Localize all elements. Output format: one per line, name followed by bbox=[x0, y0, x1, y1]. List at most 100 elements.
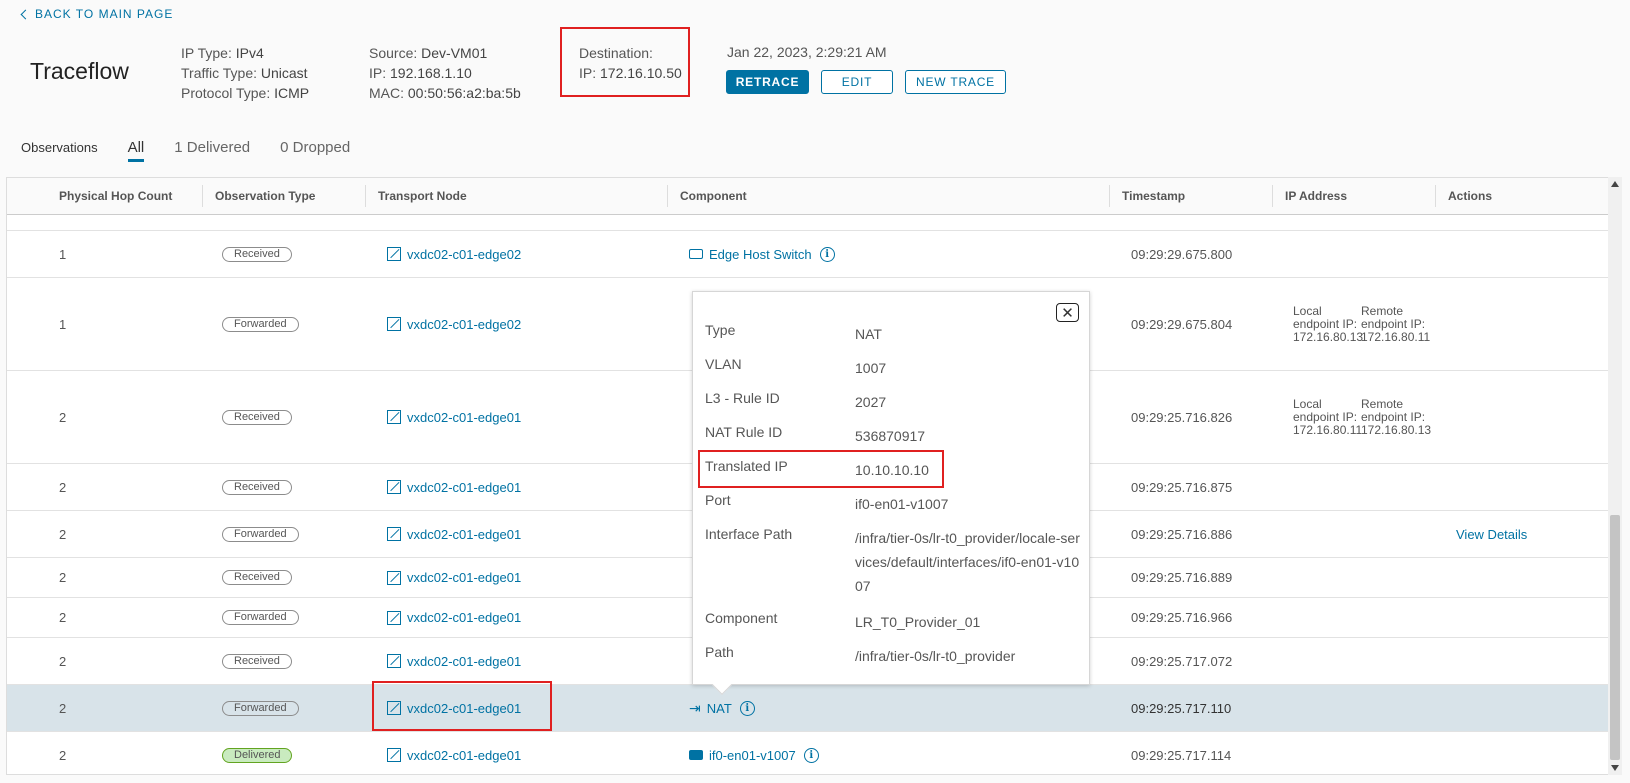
observation-type-badge: Received bbox=[222, 246, 292, 262]
observation-type-badge: Delivered bbox=[222, 747, 293, 763]
popover-row-path: Path/infra/tier-0s/lr-t0_provider bbox=[705, 644, 1016, 664]
vertical-scrollbar[interactable] bbox=[1608, 177, 1622, 775]
timestamp-cell: 09:29:25.716.886 bbox=[1131, 526, 1233, 542]
trace-meta-types: IP Type: IPv4 Traffic Type: Unicast Prot… bbox=[181, 45, 310, 101]
component-details-popover: ✕ Type NAT VLAN 1007 L3 - Rule ID 2027 NAT … bbox=[692, 291, 1090, 695]
observation-type-badge: Received bbox=[222, 409, 292, 425]
transport-node-link[interactable]: vxdc02-c01-edge01 bbox=[387, 570, 521, 585]
trace-meta-source: Source: Dev-VM01 IP: 192.168.1.10 MAC: 0… bbox=[369, 45, 521, 101]
column-header-timestamp[interactable]: Timestamp bbox=[1109, 185, 1185, 207]
info-icon[interactable]: i bbox=[819, 246, 835, 262]
popover-row-l3-rule-id: L3 - Rule ID 2027 bbox=[705, 390, 887, 410]
transport-node-link[interactable]: vxdc02-c01-edge01 bbox=[387, 748, 521, 763]
mac-value: 00:50:56:a2:ba:5b bbox=[407, 85, 521, 101]
transport-node-icon bbox=[387, 410, 401, 424]
port-icon bbox=[689, 750, 703, 760]
hop-count: 2 bbox=[59, 610, 67, 625]
timestamp-cell: 09:29:25.717.110 bbox=[1131, 700, 1232, 716]
timestamp-cell: 09:29:29.675.800 bbox=[1131, 246, 1233, 262]
popover-row-component: Component LR_T0_Provider_01 bbox=[705, 610, 981, 630]
transport-node-link[interactable]: vxdc02-c01-edge02 bbox=[387, 247, 521, 262]
observations-title: Observations bbox=[21, 140, 98, 155]
info-icon[interactable]: i bbox=[739, 700, 755, 716]
new-trace-button[interactable]: NEW TRACE bbox=[905, 70, 1006, 94]
local-endpoint-ip: Local endpoint IP: 172.16.80.11 bbox=[1293, 396, 1363, 437]
component-link[interactable]: if0-en01-v1007 bbox=[689, 748, 796, 763]
transport-node-icon bbox=[387, 570, 401, 585]
translated-ip-highlight-box bbox=[698, 450, 944, 488]
column-header-component[interactable]: Component bbox=[667, 185, 747, 207]
observation-type-badge: Received bbox=[222, 570, 292, 585]
table-row-partial bbox=[7, 215, 1609, 231]
view-details-link[interactable]: View Details bbox=[1456, 527, 1527, 542]
column-header-ip-address[interactable]: IP Address bbox=[1272, 185, 1347, 207]
hop-count: 2 bbox=[59, 570, 67, 585]
scroll-down-icon[interactable] bbox=[1611, 765, 1619, 771]
timestamp-cell: 09:29:25.717.114 bbox=[1131, 747, 1232, 763]
scrollbar-thumb[interactable] bbox=[1610, 515, 1620, 760]
hop-count: 2 bbox=[59, 653, 67, 669]
popover-row-port: Port if0-en01-v1007 bbox=[705, 492, 949, 512]
destination-highlight-box bbox=[560, 27, 690, 97]
transport-node-link[interactable]: vxdc02-c01-edge01 bbox=[387, 654, 521, 669]
column-header-observation-type[interactable]: Observation Type bbox=[202, 185, 315, 207]
hop-count: 2 bbox=[59, 479, 67, 495]
hop-count: 2 bbox=[59, 747, 67, 763]
observation-type-badge: Received bbox=[222, 653, 292, 669]
timestamp-cell: 09:29:25.716.966 bbox=[1131, 610, 1233, 625]
protocol-type-value: ICMP bbox=[274, 85, 310, 101]
timestamp-cell: 09:29:25.716.889 bbox=[1131, 570, 1233, 585]
table-row-selected[interactable]: 2 Forwarded vxdc02-c01-edge01 ⇥ NAT i 09:2… bbox=[7, 685, 1609, 732]
remote-endpoint-ip: Remote endpoint IP: 172.16.80.13 bbox=[1361, 396, 1432, 437]
transport-node-icon bbox=[387, 748, 401, 762]
back-link-label: BACK TO MAIN PAGE bbox=[35, 7, 174, 21]
hop-count: 2 bbox=[59, 409, 67, 425]
edit-button[interactable]: EDIT bbox=[821, 70, 893, 94]
hop-count: 1 bbox=[59, 246, 67, 262]
column-header-actions[interactable]: Actions bbox=[1435, 185, 1492, 207]
info-icon[interactable]: i bbox=[803, 747, 819, 763]
transport-node-link[interactable]: vxdc02-c01-edge01 bbox=[387, 480, 521, 495]
popover-row-vlan: VLAN 1007 bbox=[705, 356, 887, 376]
retrace-button[interactable]: RETRACE bbox=[726, 70, 809, 94]
back-to-main-page-link[interactable]: BACK TO MAIN PAGE bbox=[20, 7, 174, 21]
hop-count: 1 bbox=[59, 316, 67, 332]
tab-all[interactable]: All bbox=[127, 139, 145, 162]
observation-type-badge: Forwarded bbox=[222, 316, 299, 332]
observation-type-badge: Forwarded bbox=[222, 526, 299, 542]
observation-type-badge: Forwarded bbox=[222, 700, 299, 716]
observations-tabs: Observations All 1 Delivered 0 Dropped bbox=[21, 139, 380, 162]
component-link[interactable]: ⇥ NAT bbox=[689, 700, 732, 717]
table-row[interactable]: 2 Delivered vxdc02-c01-edge01 if0-en01-v… bbox=[7, 732, 1609, 774]
column-header-hop-count[interactable]: Physical Hop Count bbox=[47, 178, 172, 214]
component-link[interactable]: Edge Host Switch bbox=[689, 247, 812, 262]
chevron-left-icon bbox=[20, 9, 31, 20]
scroll-up-icon[interactable] bbox=[1611, 181, 1619, 187]
popover-row-interface-path: Interface Path/infra/tier-0s/lr-t0_provi… bbox=[705, 526, 1080, 594]
transport-node-highlight-box bbox=[372, 681, 552, 731]
tab-delivered[interactable]: 1 Delivered bbox=[174, 139, 250, 162]
timestamp-cell: 09:29:29.675.804 bbox=[1131, 316, 1233, 332]
transport-node-link[interactable]: vxdc02-c01-edge02 bbox=[387, 317, 521, 332]
switch-icon bbox=[689, 249, 703, 259]
table-header: Physical Hop Count Observation Type Tran… bbox=[7, 178, 1609, 215]
popover-row-nat-rule-id: NAT Rule ID 536870917 bbox=[705, 424, 926, 444]
traffic-type-value: Unicast bbox=[260, 65, 308, 81]
observation-type-badge: Received bbox=[222, 479, 292, 495]
hop-count: 2 bbox=[59, 526, 67, 542]
transport-node-link[interactable]: vxdc02-c01-edge01 bbox=[387, 410, 521, 425]
table-row[interactable]: 1 Received vxdc02-c01-edge02 Edge Host S… bbox=[7, 231, 1609, 278]
remote-endpoint-ip: Remote endpoint IP: 172.16.80.11 bbox=[1361, 303, 1431, 344]
timestamp-cell: 09:29:25.716.875 bbox=[1131, 479, 1233, 495]
nat-icon: ⇥ bbox=[689, 699, 701, 716]
close-popover-button[interactable]: ✕ bbox=[1056, 303, 1079, 322]
hop-count: 2 bbox=[59, 700, 67, 716]
tab-dropped[interactable]: 0 Dropped bbox=[280, 139, 350, 162]
transport-node-link[interactable]: vxdc02-c01-edge01 bbox=[387, 610, 521, 625]
ip-type-value: IPv4 bbox=[235, 45, 264, 61]
column-header-transport-node[interactable]: Transport Node bbox=[365, 185, 467, 207]
local-endpoint-ip: Local endpoint IP: 172.16.80.13 bbox=[1293, 303, 1364, 344]
page-title: Traceflow bbox=[30, 58, 129, 84]
timestamp-cell: 09:29:25.717.072 bbox=[1131, 653, 1233, 669]
transport-node-link[interactable]: vxdc02-c01-edge01 bbox=[387, 527, 521, 542]
